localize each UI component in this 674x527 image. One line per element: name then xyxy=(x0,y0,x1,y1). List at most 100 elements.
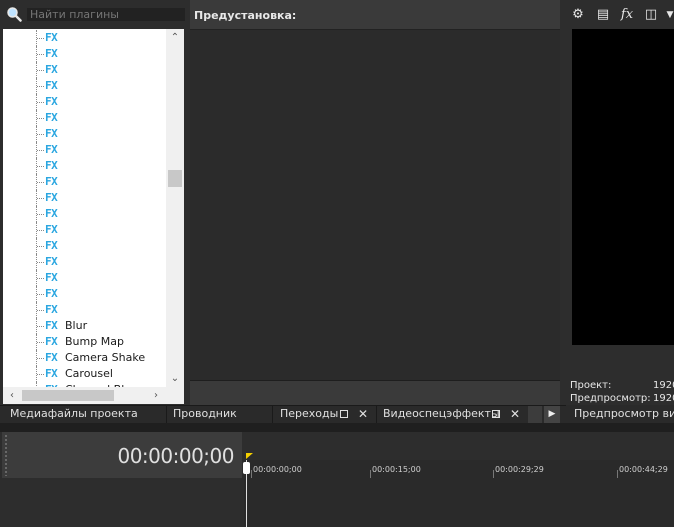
fx-plugin-icon: FX xyxy=(45,191,58,204)
plugin-tree-item[interactable]: FX xyxy=(3,78,166,94)
fx-plugin-icon: FX xyxy=(45,367,58,380)
tab-scroll-right-icon[interactable]: ▶ xyxy=(544,406,560,423)
search-icon[interactable] xyxy=(6,6,22,22)
fx-plugin-icon: FX xyxy=(45,143,58,156)
fx-plugin-icon: FX xyxy=(45,63,58,76)
playhead-handle[interactable] xyxy=(243,462,250,474)
plugin-tree-item[interactable]: FX xyxy=(3,46,166,62)
tree-connector-line xyxy=(37,150,44,151)
plugin-tree-item[interactable]: FX xyxy=(3,286,166,302)
tab-separator xyxy=(166,406,167,423)
fx-plugin-icon: FX xyxy=(45,47,58,60)
tree-connector-line xyxy=(37,38,44,39)
tab-transitions[interactable]: Переходы xyxy=(280,407,338,421)
tree-connector-line xyxy=(37,214,44,215)
split-screen-icon[interactable]: ◫ xyxy=(643,7,659,23)
plugin-name: Camera Shake xyxy=(65,351,146,364)
scroll-left-icon[interactable]: ‹ xyxy=(5,388,19,403)
plugin-tree-item[interactable]: FX xyxy=(3,270,166,286)
plugin-tree-item[interactable]: FX Camera Shake xyxy=(3,350,166,366)
plugin-tree-item[interactable]: FX xyxy=(3,126,166,142)
fx-plugin-icon: FX xyxy=(45,239,58,252)
preset-list[interactable] xyxy=(190,30,560,380)
ruler-tick xyxy=(251,470,252,478)
gear-icon[interactable]: ⚙ xyxy=(570,7,586,23)
fx-plugin-icon: FX xyxy=(45,31,58,44)
plugin-tree-item[interactable]: FX Bump Map xyxy=(3,334,166,350)
tree-connector-line xyxy=(37,182,44,183)
vertical-scroll-thumb[interactable] xyxy=(168,170,182,187)
tree-connector-line xyxy=(37,70,44,71)
maximize-icon[interactable] xyxy=(492,410,500,418)
grip-handle-icon[interactable] xyxy=(4,434,8,476)
tab-separator xyxy=(272,406,273,423)
scroll-down-icon[interactable]: ⌄ xyxy=(166,371,184,387)
loop-marker-icon[interactable] xyxy=(246,453,253,459)
time-ruler[interactable] xyxy=(245,460,674,480)
fx-plugin-icon: FX xyxy=(45,207,58,220)
close-icon[interactable]: ✕ xyxy=(358,406,368,422)
info-preview-label: Предпросмотр: xyxy=(570,393,651,404)
timecode-display: 00:00:00;00 xyxy=(117,444,234,468)
tree-connector-line xyxy=(37,102,44,103)
plugin-tree-item[interactable]: FX xyxy=(3,238,166,254)
plugin-tree-item[interactable]: FX xyxy=(3,158,166,174)
plugin-tree-item[interactable]: FX xyxy=(3,302,166,318)
fx-icon[interactable]: fx xyxy=(619,7,635,23)
plugin-tree-item[interactable]: FX xyxy=(3,206,166,222)
fx-plugin-icon: FX xyxy=(45,287,58,300)
tree-connector-line xyxy=(37,262,44,263)
chevron-down-icon[interactable]: ▼ xyxy=(662,7,674,23)
plugin-tree-item[interactable]: FX xyxy=(3,254,166,270)
info-project-value: 1920 xyxy=(653,380,674,391)
tree-connector-line xyxy=(37,294,44,295)
tree-connector-line xyxy=(37,310,44,311)
plugin-tree-item[interactable]: FX xyxy=(3,174,166,190)
fx-plugin-icon: FX xyxy=(45,223,58,236)
video-preview-screen xyxy=(572,29,674,345)
plugin-tree-item[interactable]: FX xyxy=(3,62,166,78)
plugin-tree-item[interactable]: FX xyxy=(3,110,166,126)
tab-separator xyxy=(376,406,377,423)
plugin-tree-item[interactable]: FX xyxy=(3,142,166,158)
tree-connector-line xyxy=(37,358,44,359)
marker-bar[interactable] xyxy=(245,432,674,460)
ruler-label: 00:00:15;00 xyxy=(372,465,421,474)
tree-connector-line xyxy=(37,134,44,135)
preview-quality-icon[interactable]: ▤ xyxy=(595,7,611,23)
fx-plugin-icon: FX xyxy=(45,175,58,188)
plugin-search-input[interactable] xyxy=(27,8,185,21)
fx-plugin-icon: FX xyxy=(45,271,58,284)
fx-plugin-icon: FX xyxy=(45,303,58,316)
fx-plugin-icon: FX xyxy=(45,351,58,364)
scroll-up-icon[interactable]: ⌃ xyxy=(166,30,184,46)
maximize-icon[interactable] xyxy=(340,410,348,418)
plugin-tree-item[interactable]: FX Carousel xyxy=(3,366,166,382)
tree-connector-line xyxy=(37,278,44,279)
tree-connector-line xyxy=(37,118,44,119)
tree-vertical-scrollbar[interactable] xyxy=(166,29,184,387)
tab-explorer[interactable]: Проводник xyxy=(173,407,237,421)
preset-footer xyxy=(190,380,560,406)
horizontal-scroll-thumb[interactable] xyxy=(22,390,114,401)
tab-scroll-box[interactable] xyxy=(528,406,542,423)
tab-video-fx[interactable]: Видеоспецэффекты xyxy=(383,407,500,421)
tree-connector-line xyxy=(37,230,44,231)
ruler-tick xyxy=(493,470,494,478)
ruler-label: 00:00:00;00 xyxy=(253,465,302,474)
close-icon[interactable]: ✕ xyxy=(510,406,520,422)
fx-plugin-icon: FX xyxy=(45,255,58,268)
tree-connector-line xyxy=(37,374,44,375)
plugin-tree-item[interactable]: FX xyxy=(3,190,166,206)
preset-title: Предустановка: xyxy=(194,9,297,22)
plugin-tree-item[interactable]: FX Blur xyxy=(3,318,166,334)
ruler-tick xyxy=(370,470,371,478)
plugin-tree-item[interactable]: FX xyxy=(3,94,166,110)
ruler-label: 00:00:29;29 xyxy=(495,465,544,474)
scroll-right-icon[interactable]: › xyxy=(149,388,163,403)
fx-plugin-icon: FX xyxy=(45,95,58,108)
plugin-tree-item[interactable]: FX xyxy=(3,30,166,46)
tab-project-media[interactable]: Медиафайлы проекта xyxy=(10,407,138,421)
plugin-tree-item[interactable]: FX xyxy=(3,222,166,238)
tab-video-preview[interactable]: Предпросмотр виде xyxy=(574,407,674,421)
